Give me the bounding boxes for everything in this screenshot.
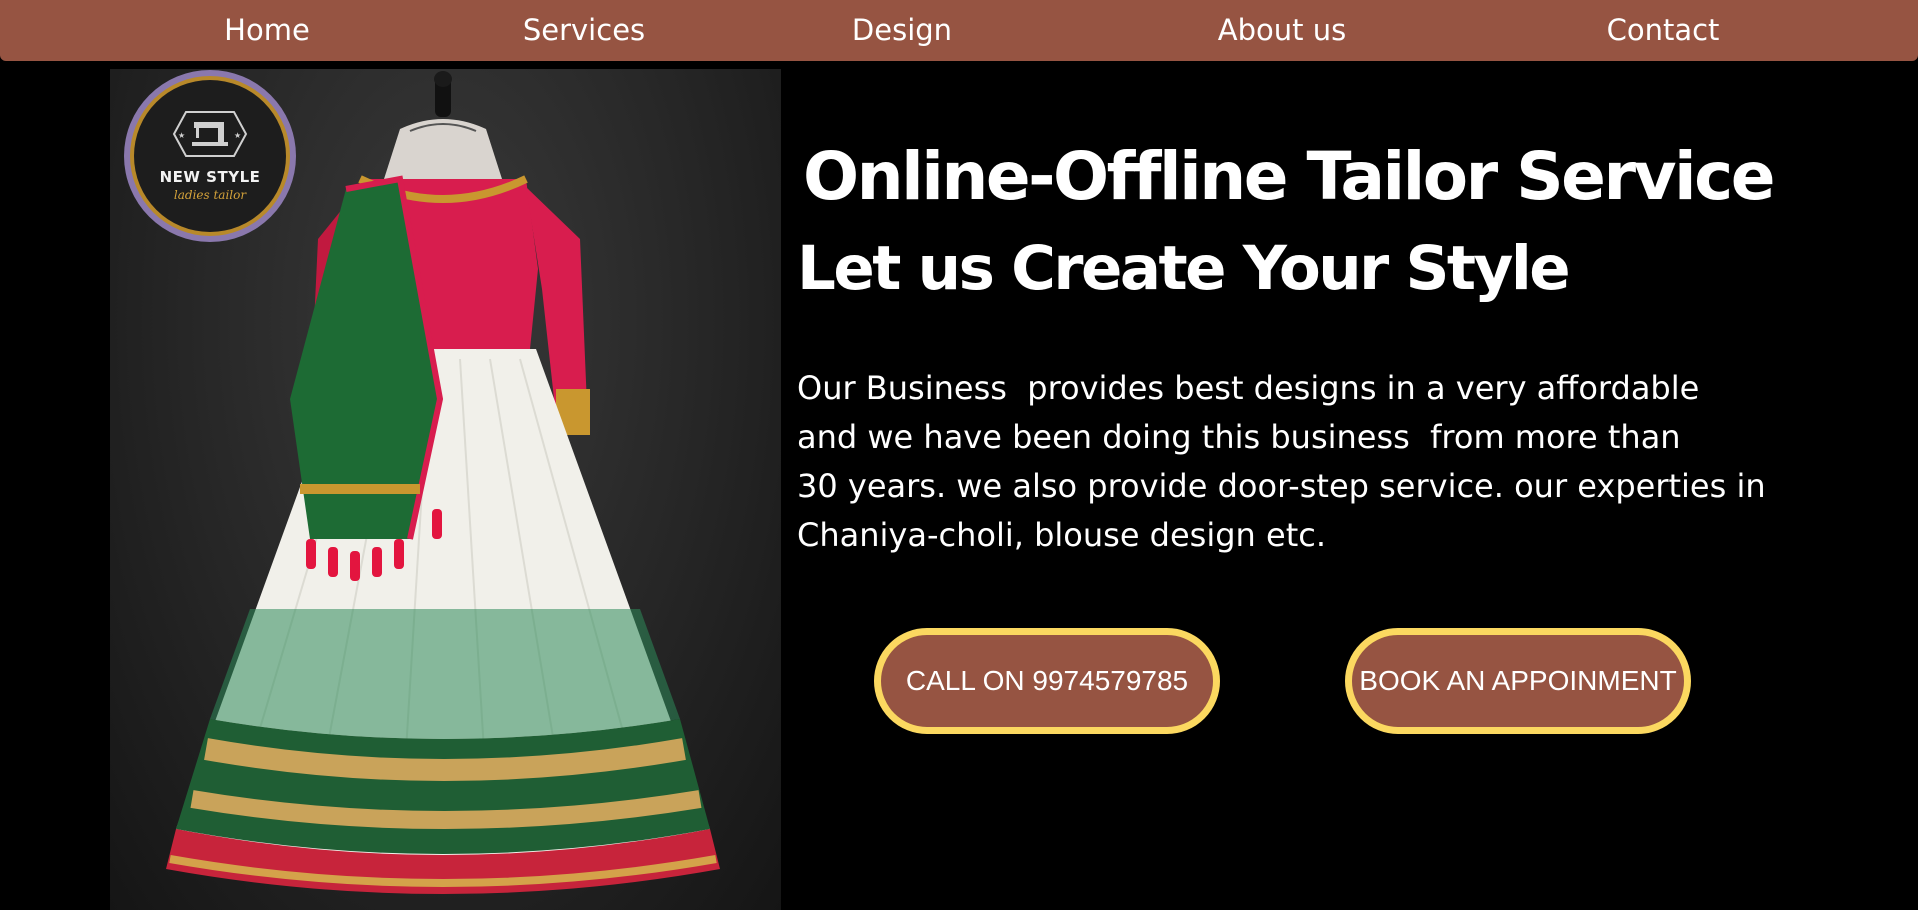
nav-services-link[interactable]: Services — [523, 0, 645, 61]
logo-gold-ring: ★ ★ NEW STYLE ladies tailor — [130, 76, 290, 236]
svg-text:★: ★ — [178, 131, 185, 140]
logo-tagline: ladies tailor — [173, 188, 247, 202]
hero-subtitle: Let us Create Your Style — [797, 233, 1571, 304]
sewing-machine-icon: ★ ★ — [172, 111, 248, 157]
top-navbar: Home Services Design About us Contact — [0, 0, 1918, 61]
description-line-1: Our Business provides best designs in a … — [797, 369, 1700, 407]
svg-text:★: ★ — [234, 131, 241, 140]
nav-home-link[interactable]: Home — [224, 0, 310, 61]
nav-contact-link[interactable]: Contact — [1607, 0, 1720, 61]
brand-logo[interactable]: ★ ★ NEW STYLE ladies tailor — [124, 70, 296, 242]
hero-title: Online-Offline Tailor Service — [803, 138, 1776, 215]
description-line-3: 30 years. we also provide door-step serv… — [797, 467, 1766, 505]
nav-design-link[interactable]: Design — [852, 0, 952, 61]
nav-about-link[interactable]: About us — [1218, 0, 1346, 61]
book-appointment-button[interactable]: BOOK AN APPOINMENT — [1345, 628, 1691, 734]
description-line-4: Chaniya-choli, blouse design etc. — [797, 516, 1326, 554]
logo-badge-core: ★ ★ NEW STYLE ladies tailor — [134, 80, 286, 232]
logo-brand-name: NEW STYLE — [159, 168, 261, 186]
call-button[interactable]: CALL ON 9974579785 — [874, 628, 1220, 734]
description-line-2: and we have been doing this business fro… — [797, 418, 1681, 456]
hero-description: Our Business provides best designs in a … — [797, 364, 1797, 560]
